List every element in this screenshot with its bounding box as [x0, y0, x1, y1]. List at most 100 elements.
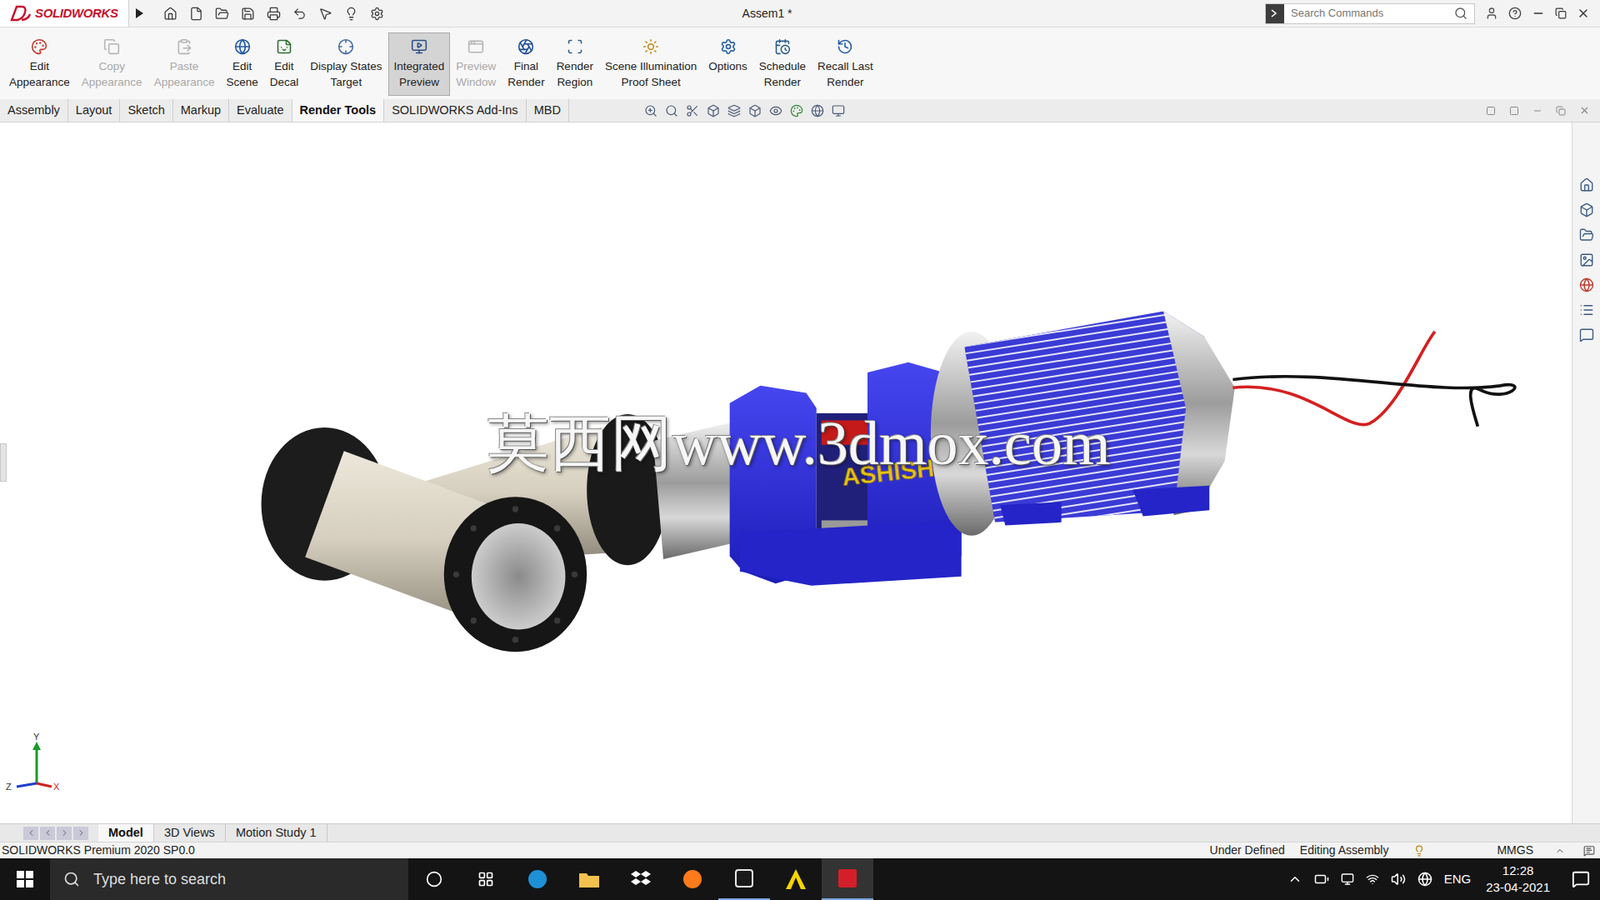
ribbon-icon [467, 38, 485, 55]
taskbar-app[interactable] [770, 858, 822, 900]
search-icon[interactable] [1454, 6, 1468, 20]
ribbon-button[interactable]: ScheduleRender [753, 32, 812, 96]
display-icon[interactable] [1340, 872, 1355, 886]
graphics-area[interactable]: ASHISH莫西网www.3dmox.comYZX [0, 122, 1572, 824]
viewport-restore-icon[interactable] [1555, 105, 1566, 116]
quick-access-icon[interactable] [240, 6, 255, 21]
bottom-tab[interactable]: 3D Views [154, 824, 226, 842]
quick-access-icon[interactable] [189, 6, 204, 21]
app-logo[interactable]: SOLIDWORKS [0, 0, 130, 27]
command-tab[interactable]: SOLIDWORKS Add-Ins [384, 99, 527, 122]
view-tool-icon[interactable] [644, 104, 658, 118]
command-tab[interactable]: MBD [526, 99, 570, 122]
ribbon-button[interactable]: PasteAppearance [148, 32, 221, 96]
edit-mode: Editing Assembly [1300, 841, 1390, 860]
start-button[interactable] [0, 858, 50, 900]
tab-scroll-button[interactable] [23, 826, 39, 840]
task-view-button[interactable] [460, 870, 512, 888]
view-tool-icon[interactable] [810, 104, 825, 118]
minimize-icon[interactable] [1531, 6, 1545, 20]
reference-triad: YZX [5, 735, 64, 795]
tray-overflow-icon[interactable] [1287, 871, 1303, 887]
view-tool-icon[interactable] [665, 104, 679, 118]
quick-access-icon[interactable] [215, 6, 230, 21]
notifications-icon[interactable] [1571, 870, 1590, 889]
ribbon-button[interactable]: IntegratedPreview [388, 32, 451, 96]
ribbon-button[interactable]: PreviewWindow [450, 32, 502, 96]
view-tool-icon[interactable] [706, 104, 720, 118]
ribbon-button[interactable]: Display StatesTarget [304, 32, 388, 96]
cortana-button[interactable] [408, 870, 460, 888]
search-commands[interactable]: Search Commands [1265, 3, 1475, 25]
viewport-split-icon[interactable] [1509, 105, 1520, 116]
ribbon-button[interactable]: Recall LastRender [811, 32, 880, 96]
ribbon-button[interactable]: EditDecal [264, 32, 305, 96]
bottom-tab[interactable]: Model [98, 824, 155, 842]
quick-access-icon[interactable] [344, 6, 359, 21]
view-tool-icon[interactable] [685, 104, 700, 118]
taskbar-app[interactable] [615, 858, 667, 900]
tooltip-toggle-icon[interactable] [1583, 845, 1595, 857]
panel-handle[interactable] [0, 443, 7, 482]
ribbon-button[interactable]: FinalRender [501, 32, 550, 96]
command-tab[interactable]: Sketch [120, 99, 173, 122]
quick-access-icon[interactable] [318, 6, 333, 21]
battery-icon[interactable] [1314, 871, 1330, 887]
ribbon-button[interactable]: Scene IlluminationProof Sheet [599, 32, 703, 96]
viewport-close-icon[interactable] [1579, 105, 1590, 116]
clock[interactable]: 12:2823-04-2021 [1485, 862, 1550, 896]
view-tool-icon[interactable] [727, 104, 741, 118]
tab-scroll-button[interactable] [56, 826, 72, 840]
command-tab[interactable]: Evaluate [229, 99, 292, 122]
taskbar-app[interactable] [666, 858, 719, 900]
ribbon-button[interactable]: Options [702, 32, 754, 96]
taskbar-app[interactable] [511, 858, 564, 900]
view-tool-icon[interactable] [831, 104, 845, 118]
task-pane-icon[interactable] [1579, 252, 1595, 268]
task-pane-icon[interactable] [1579, 227, 1595, 243]
language-globe-icon[interactable] [1417, 871, 1433, 887]
quick-access-icon[interactable] [266, 6, 281, 21]
command-tab[interactable]: Layout [68, 99, 121, 122]
viewport-tile-icon[interactable] [1485, 105, 1496, 116]
view-tool-icon[interactable] [769, 104, 783, 118]
quick-access-icon[interactable] [292, 6, 307, 21]
chevron-left-icon [26, 828, 36, 838]
ribbon-button[interactable]: RenderRegion [550, 32, 600, 96]
task-pane-icon[interactable] [1579, 277, 1595, 293]
close-icon[interactable] [1576, 6, 1590, 20]
task-pane-icon[interactable] [1579, 177, 1595, 193]
bottom-tab[interactable]: Motion Study 1 [225, 824, 328, 842]
tab-scroll-button[interactable] [40, 826, 55, 840]
quick-access-icon[interactable] [163, 6, 178, 21]
ribbon-label: Schedule [759, 58, 806, 75]
unit-system[interactable]: MMGS [1496, 841, 1534, 860]
taskbar-app[interactable] [821, 858, 874, 900]
help-icon[interactable] [1508, 6, 1522, 20]
volume-icon[interactable] [1390, 871, 1406, 887]
quick-access-icon[interactable] [370, 6, 385, 21]
user-icon[interactable] [1485, 6, 1499, 20]
view-tool-icon[interactable] [748, 104, 762, 118]
command-tab[interactable]: Assembly [0, 99, 69, 122]
tab-scroll-button[interactable] [73, 826, 89, 840]
units-menu-icon[interactable] [1555, 845, 1565, 856]
taskbar-search[interactable]: Type here to search [50, 858, 409, 900]
command-tab[interactable]: Render Tools [292, 99, 385, 122]
task-pane-icon[interactable] [1579, 302, 1595, 318]
taskbar-app[interactable] [563, 858, 615, 900]
view-tool-icon[interactable] [790, 104, 804, 118]
command-tab[interactable]: Markup [173, 99, 230, 122]
viewport-minimize-icon[interactable] [1532, 105, 1543, 116]
ribbon-button[interactable]: CopyAppearance [75, 32, 149, 96]
ribbon-button[interactable]: EditAppearance [3, 32, 76, 96]
input-language[interactable]: ENG [1444, 870, 1472, 890]
rebuild-icon[interactable] [1413, 845, 1425, 857]
taskbar-app[interactable] [718, 858, 770, 900]
ribbon-button[interactable]: EditScene [220, 32, 264, 96]
flyout-arrow[interactable] [129, 8, 150, 19]
restore-icon[interactable] [1555, 7, 1567, 20]
network-icon[interactable] [1365, 872, 1380, 886]
task-pane-icon[interactable] [1579, 327, 1595, 343]
task-pane-icon[interactable] [1579, 202, 1595, 218]
